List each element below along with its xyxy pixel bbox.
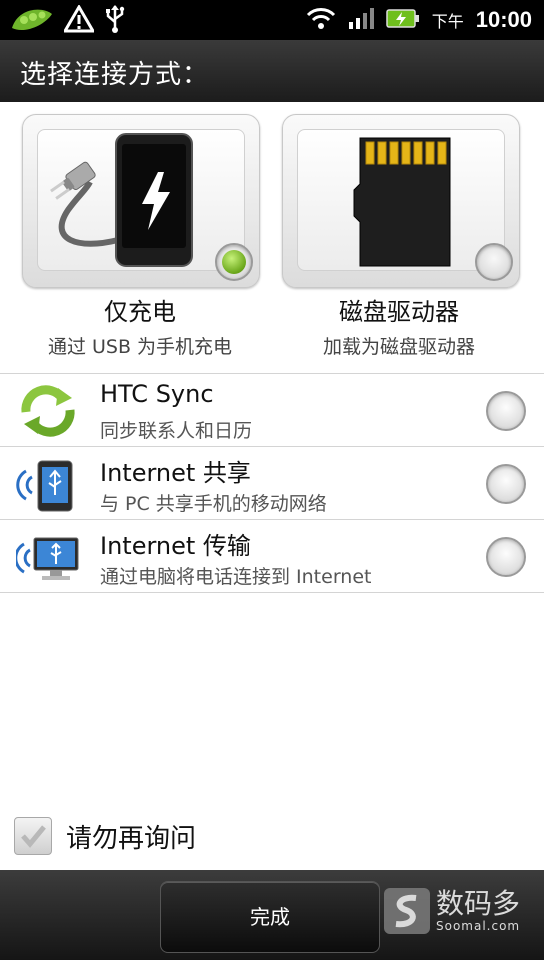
radio-internet-passthrough[interactable] <box>486 537 526 577</box>
checkmark-icon <box>21 825 46 848</box>
option-internet-passthrough-desc: 通过电脑将电话连接到 Internet <box>100 566 372 588</box>
card-disk-drive[interactable] <box>282 114 520 288</box>
option-htc-sync-title: HTC Sync <box>100 380 214 408</box>
option-internet-passthrough-title: Internet 传输 <box>100 532 251 560</box>
card-charge-only-image <box>37 129 245 271</box>
card-charge-only-label: 仅充电 <box>104 298 176 326</box>
option-internet-sharing-title: Internet 共享 <box>100 459 251 487</box>
card-disk-drive-desc: 加载为磁盘驱动器 <box>322 336 475 358</box>
sync-icon <box>16 382 80 440</box>
warning-icon <box>62 4 96 37</box>
option-htc-sync-desc: 同步联系人和日历 <box>100 420 253 442</box>
wifi-icon <box>306 6 336 34</box>
sd-card-icon <box>298 137 504 274</box>
option-internet-sharing-desc: 与 PC 共享手机的移动网络 <box>100 493 327 515</box>
usb-icon <box>104 4 126 38</box>
clock-time: 10:00 <box>475 7 532 32</box>
phone-share-icon <box>16 455 80 513</box>
radio-charge-only[interactable] <box>215 243 253 281</box>
watermark: 数码多 Soomal.com <box>384 888 520 934</box>
option-htc-sync[interactable]: HTC Sync 同步联系人和日历 <box>0 373 544 446</box>
radio-htc-sync[interactable] <box>486 391 526 431</box>
watermark-en: Soomal.com <box>436 919 521 933</box>
card-charge-only[interactable] <box>22 114 260 288</box>
done-button[interactable]: 完成 <box>160 881 380 953</box>
bottom-action-bar: 完成 数码多 Soomal.com <box>0 870 544 960</box>
option-internet-sharing[interactable]: Internet 共享 与 PC 共享手机的移动网络 <box>0 446 544 519</box>
pea-icon <box>8 4 54 38</box>
radio-disk-drive[interactable] <box>475 243 513 281</box>
pc-share-icon <box>14 528 80 586</box>
card-disk-drive-label: 磁盘驱动器 <box>339 298 459 326</box>
dialog-title-bar: 选择连接方式： <box>0 40 544 103</box>
mode-cards: 仅充电 通过 USB 为手机充电 磁盘驱动器 加载为磁盘驱动器 <box>0 102 544 374</box>
card-charge-only-desc: 通过 USB 为手机充电 <box>47 336 233 358</box>
watermark-cn: 数码多 <box>436 887 521 920</box>
option-internet-passthrough[interactable]: Internet 传输 通过电脑将电话连接到 Internet <box>0 519 544 593</box>
clock-ampm: 下午 <box>431 12 464 31</box>
battery-charging-icon <box>385 7 420 33</box>
status-bar: 下午 10:00 <box>0 0 544 40</box>
dont-ask-label: 请勿再询问 <box>66 823 197 854</box>
soomal-logo <box>384 888 430 934</box>
dont-ask-again[interactable]: 请勿再询问 <box>14 814 196 858</box>
connection-options-list: HTC Sync 同步联系人和日历 Internet 共享 与 PC 共享手机的… <box>0 373 544 593</box>
signal-icon <box>348 6 374 34</box>
radio-internet-sharing[interactable] <box>486 464 526 504</box>
dialog-title: 选择连接方式： <box>20 60 210 90</box>
charging-phone-icon <box>38 133 244 274</box>
dont-ask-checkbox[interactable] <box>14 817 52 855</box>
card-disk-drive-image <box>297 129 505 271</box>
